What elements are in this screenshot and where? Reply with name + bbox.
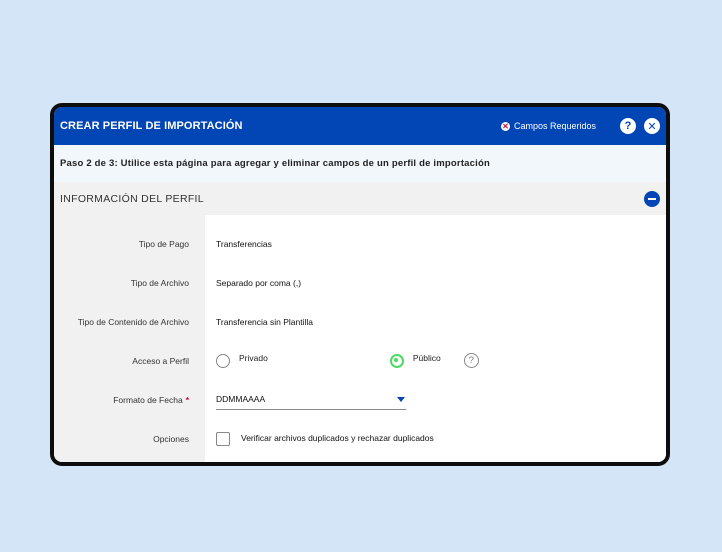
radio-private[interactable]: Privado	[216, 353, 268, 368]
radio-public-label[interactable]: Público	[413, 353, 441, 363]
options-label: Opciones	[153, 433, 189, 444]
profile-form: Tipo de Pago Tipo de Archivo Tipo de Con…	[54, 215, 666, 462]
payment-type-label: Tipo de Pago	[138, 238, 189, 249]
options-row: Verificar archivos duplicados y rechazar…	[205, 419, 666, 458]
step-instructions: Paso 2 de 3: Utilice esta página para ag…	[54, 145, 666, 182]
file-type-value: Separado por coma (,)	[216, 277, 302, 288]
required-fields-label: Campos Requeridos	[513, 121, 596, 131]
date-format-row: DDMMAAAA	[205, 380, 666, 419]
duplicate-check-checkbox[interactable]	[216, 431, 230, 446]
required-fields-indicator: Campos Requeridos	[500, 121, 596, 131]
form-values-column: Transferencias Separado por coma (,) Tra…	[205, 215, 666, 462]
date-format-label-row: Formato de Fecha *	[54, 380, 205, 419]
dialog-title: CREAR PERFIL DE IMPORTACIÓN	[60, 120, 243, 132]
radio-public[interactable]: Público	[389, 353, 441, 368]
content-type-value: Transferencia sin Plantilla	[216, 316, 314, 327]
duplicate-check-label[interactable]: Verificar archivos duplicados y rechazar…	[241, 433, 434, 443]
content-type-label: Tipo de Contenido de Archivo	[77, 316, 189, 327]
radio-public-circle[interactable]	[389, 353, 404, 368]
import-profile-dialog: CREAR PERFIL DE IMPORTACIÓN Campos Reque…	[50, 103, 670, 466]
file-type-label: Tipo de Archivo	[130, 277, 189, 288]
form-labels-column: Tipo de Pago Tipo de Archivo Tipo de Con…	[54, 215, 205, 462]
help-icon[interactable]: ?	[620, 118, 636, 134]
radio-private-circle[interactable]	[216, 353, 230, 368]
date-format-select[interactable]: DDMMAAAA	[216, 390, 406, 410]
required-icon	[500, 121, 510, 131]
question-icon[interactable]: ?	[463, 353, 479, 368]
close-icon[interactable]: ✕	[644, 118, 660, 134]
dialog-header: CREAR PERFIL DE IMPORTACIÓN Campos Reque…	[54, 107, 666, 145]
access-radio-group: Privado Público ?	[205, 341, 666, 380]
section-title: INFORMACIÓN DEL PERFIL	[60, 192, 204, 205]
profile-info-section-header[interactable]: INFORMACIÓN DEL PERFIL	[54, 182, 666, 215]
caret-down-icon[interactable]	[397, 396, 405, 402]
collapse-icon[interactable]	[644, 190, 660, 207]
date-format-label: Formato de Fecha	[113, 394, 183, 405]
date-format-value: DDMMAAAA	[216, 394, 266, 404]
required-mark: *	[185, 394, 189, 405]
radio-private-label[interactable]: Privado	[239, 353, 268, 363]
access-label: Acceso a Perfil	[132, 355, 189, 366]
payment-type-value: Transferencias	[216, 238, 272, 249]
